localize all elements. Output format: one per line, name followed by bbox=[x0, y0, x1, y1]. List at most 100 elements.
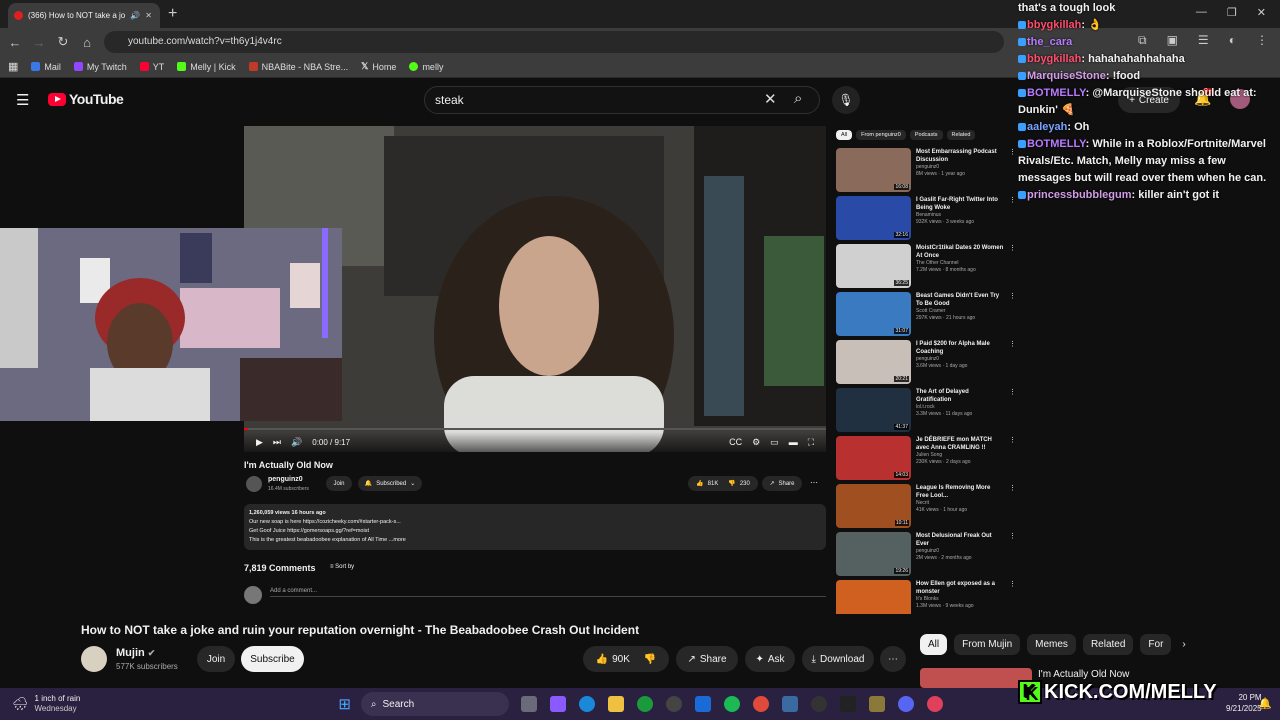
next-video-thumbnail[interactable] bbox=[920, 668, 1032, 688]
video-title[interactable]: I Paid $200 for Alpha Male Coaching bbox=[916, 340, 1004, 356]
recommended-video[interactable]: 14:03 Je DÉBRIEFE mon MATCH avec Anna CRA… bbox=[836, 436, 1016, 484]
chip[interactable]: All bbox=[836, 130, 853, 140]
video-channel[interactable]: Necrit bbox=[916, 500, 1004, 507]
back-icon[interactable]: ← bbox=[3, 35, 27, 50]
recommended-video[interactable]: 10:11 League Is Removing More Free Lool..… bbox=[836, 484, 1016, 532]
chat-username[interactable]: MarquiseStone bbox=[1027, 70, 1106, 82]
bookmark-twitch[interactable]: My Twitch bbox=[73, 62, 127, 72]
chip[interactable]: Podcasts bbox=[909, 130, 943, 140]
chat-username[interactable]: the_cara bbox=[1027, 36, 1072, 48]
hamburger-menu-icon[interactable]: ☰ bbox=[16, 91, 29, 109]
video-channel[interactable]: The Other Channel bbox=[916, 260, 1004, 267]
stream-channel-avatar[interactable] bbox=[246, 476, 262, 492]
share-button[interactable]: ↗ Share bbox=[676, 646, 738, 672]
media-player-icon[interactable] bbox=[810, 696, 827, 712]
recommended-video[interactable]: 31:07 Beast Games Didn't Even Try To Be G… bbox=[836, 292, 1016, 340]
bookmark-yt[interactable]: YT bbox=[139, 62, 164, 72]
tab-audio-icon[interactable]: 🔊 bbox=[130, 11, 140, 20]
obs-icon[interactable] bbox=[839, 696, 856, 712]
recommended-video[interactable]: 32:16 I Gaslit Far-Right Twitter Into Bei… bbox=[836, 196, 1016, 244]
video-thumbnail[interactable]: 31:07 bbox=[836, 292, 911, 336]
chevron-right-icon[interactable]: › bbox=[1178, 634, 1189, 655]
stream-description[interactable]: 1,260,059 views 16 hours ago Our new soa… bbox=[244, 504, 826, 550]
forward-icon[interactable]: → bbox=[27, 35, 51, 50]
chip[interactable]: Memes bbox=[1027, 634, 1076, 655]
channel-avatar[interactable] bbox=[81, 646, 107, 672]
chat-username[interactable]: BOTMELLY bbox=[1027, 87, 1086, 99]
copilot-icon[interactable] bbox=[549, 696, 566, 712]
chat-username[interactable]: princessbubblegum bbox=[1027, 189, 1132, 201]
stream-subscribed-button[interactable]: 🔔 Subscribed ⌄ bbox=[358, 476, 422, 491]
video-channel[interactable]: Julien Song bbox=[916, 452, 1004, 459]
more-actions-icon[interactable]: ⋯ bbox=[880, 646, 906, 672]
app-icon[interactable] bbox=[868, 696, 885, 712]
notification-icon[interactable]: 🔔 bbox=[1258, 697, 1272, 710]
chat-username[interactable]: bbygkillah bbox=[1027, 19, 1081, 31]
more-options-icon[interactable]: ⋮ bbox=[1009, 532, 1016, 580]
video-thumbnail[interactable]: 36:25 bbox=[836, 244, 911, 288]
more-options-icon[interactable]: ⋮ bbox=[1009, 196, 1016, 244]
chip[interactable]: Related bbox=[1082, 634, 1134, 655]
recommended-video[interactable]: 19:26 Most Delusional Freak Out Ever pengu… bbox=[836, 532, 1016, 580]
stream-share-button[interactable]: ↗ Share bbox=[762, 476, 802, 491]
stream-like-dislike[interactable]: 👍 81K 👎 230 bbox=[688, 476, 758, 491]
play-icon[interactable]: ▶ bbox=[256, 437, 263, 448]
chrome-icon[interactable] bbox=[752, 696, 769, 712]
recommended-video[interactable]: 41:37 The Art of Delayed Gratification lol… bbox=[836, 388, 1016, 436]
video-title[interactable]: Most Embarrassing Podcast Discussion bbox=[916, 148, 1004, 164]
video-channel[interactable]: penguinz0 bbox=[916, 548, 1004, 555]
photos-icon[interactable] bbox=[781, 696, 798, 712]
miniplayer-icon[interactable]: ▭ bbox=[770, 437, 779, 448]
video-channel[interactable]: penguinz0 bbox=[916, 356, 1004, 363]
video-channel[interactable]: Benaminus bbox=[916, 212, 1004, 219]
add-comment-input[interactable]: Add a comment... bbox=[270, 588, 826, 597]
browser-tab[interactable]: (366) How to NOT take a jo 🔊 ✕ bbox=[8, 3, 160, 28]
discord-icon[interactable] bbox=[897, 696, 914, 712]
search-input[interactable]: steak bbox=[424, 86, 820, 114]
more-options-icon[interactable]: ⋮ bbox=[1009, 244, 1016, 292]
recommended-video[interactable]: 16:08 Most Embarrassing Podcast Discussio… bbox=[836, 148, 1016, 196]
subscribe-button[interactable]: Subscribe bbox=[241, 646, 304, 672]
progress-track[interactable] bbox=[244, 428, 826, 430]
reload-icon[interactable]: ↻ bbox=[51, 34, 75, 50]
app2-icon[interactable] bbox=[926, 696, 943, 712]
video-thumbnail[interactable]: 32:16 bbox=[836, 196, 911, 240]
channel-name[interactable]: Mujin ✔ bbox=[116, 647, 155, 659]
captions-icon[interactable]: CC bbox=[729, 437, 742, 447]
download-button[interactable]: ⤓ Download bbox=[802, 646, 874, 672]
spotify-icon[interactable] bbox=[723, 696, 740, 712]
clear-search-icon[interactable]: ✕ bbox=[764, 90, 777, 108]
bookmark-melly[interactable]: melly bbox=[409, 62, 443, 72]
fullscreen-icon[interactable]: ⛶ bbox=[808, 437, 814, 448]
weather-icon[interactable]: 🌧 bbox=[12, 696, 29, 712]
video-title[interactable]: Je DÉBRIEFE mon MATCH avec Anna CRAMLING… bbox=[916, 436, 1004, 452]
tab-close-icon[interactable]: ✕ bbox=[145, 11, 152, 20]
voice-search-icon[interactable]: 🎙 bbox=[832, 86, 860, 114]
video-thumbnail[interactable]: 14:03 bbox=[836, 436, 911, 480]
chip[interactable]: From Mujin bbox=[954, 634, 1021, 655]
recommended-video[interactable]: 20:21 I Paid $200 for Alpha Male Coaching… bbox=[836, 340, 1016, 388]
weather-widget[interactable]: 1 inch of rain Wednesday bbox=[35, 694, 81, 714]
xbox-icon[interactable] bbox=[636, 696, 653, 712]
home-icon[interactable]: ⌂ bbox=[75, 35, 99, 50]
stream-channel-name[interactable]: penguinz0 bbox=[268, 476, 303, 483]
video-title[interactable]: League Is Removing More Free Lool... bbox=[916, 484, 1004, 500]
ask-button[interactable]: ✦ Ask bbox=[745, 646, 795, 672]
like-dislike-button[interactable]: 👍 90K 👎 bbox=[583, 646, 669, 672]
more-options-icon[interactable]: ⋮ bbox=[1009, 340, 1016, 388]
video-title[interactable]: How Ellen got exposed as a monster bbox=[916, 580, 1004, 596]
video-thumbnail[interactable]: 19:26 bbox=[836, 532, 911, 576]
chip[interactable]: All bbox=[920, 634, 948, 655]
new-tab-button[interactable]: + bbox=[168, 5, 177, 23]
edge-icon[interactable] bbox=[578, 696, 595, 712]
more-options-icon[interactable]: ⋮ bbox=[1009, 388, 1016, 436]
chip[interactable]: From penguinz0 bbox=[856, 130, 906, 140]
video-thumbnail[interactable]: 41:37 bbox=[836, 388, 911, 432]
file-explorer-icon[interactable] bbox=[607, 696, 624, 712]
taskbar-search[interactable]: ⌕ Search bbox=[360, 692, 509, 716]
next-icon[interactable]: ⏭ bbox=[273, 437, 281, 448]
video-title[interactable]: Beast Games Didn't Even Try To Be Good bbox=[916, 292, 1004, 308]
bookmark-home[interactable]: 𝕏 Home bbox=[361, 61, 396, 72]
chat-username[interactable]: bbygkillah bbox=[1027, 53, 1081, 65]
video-channel[interactable]: penguinz0 bbox=[916, 164, 1004, 171]
